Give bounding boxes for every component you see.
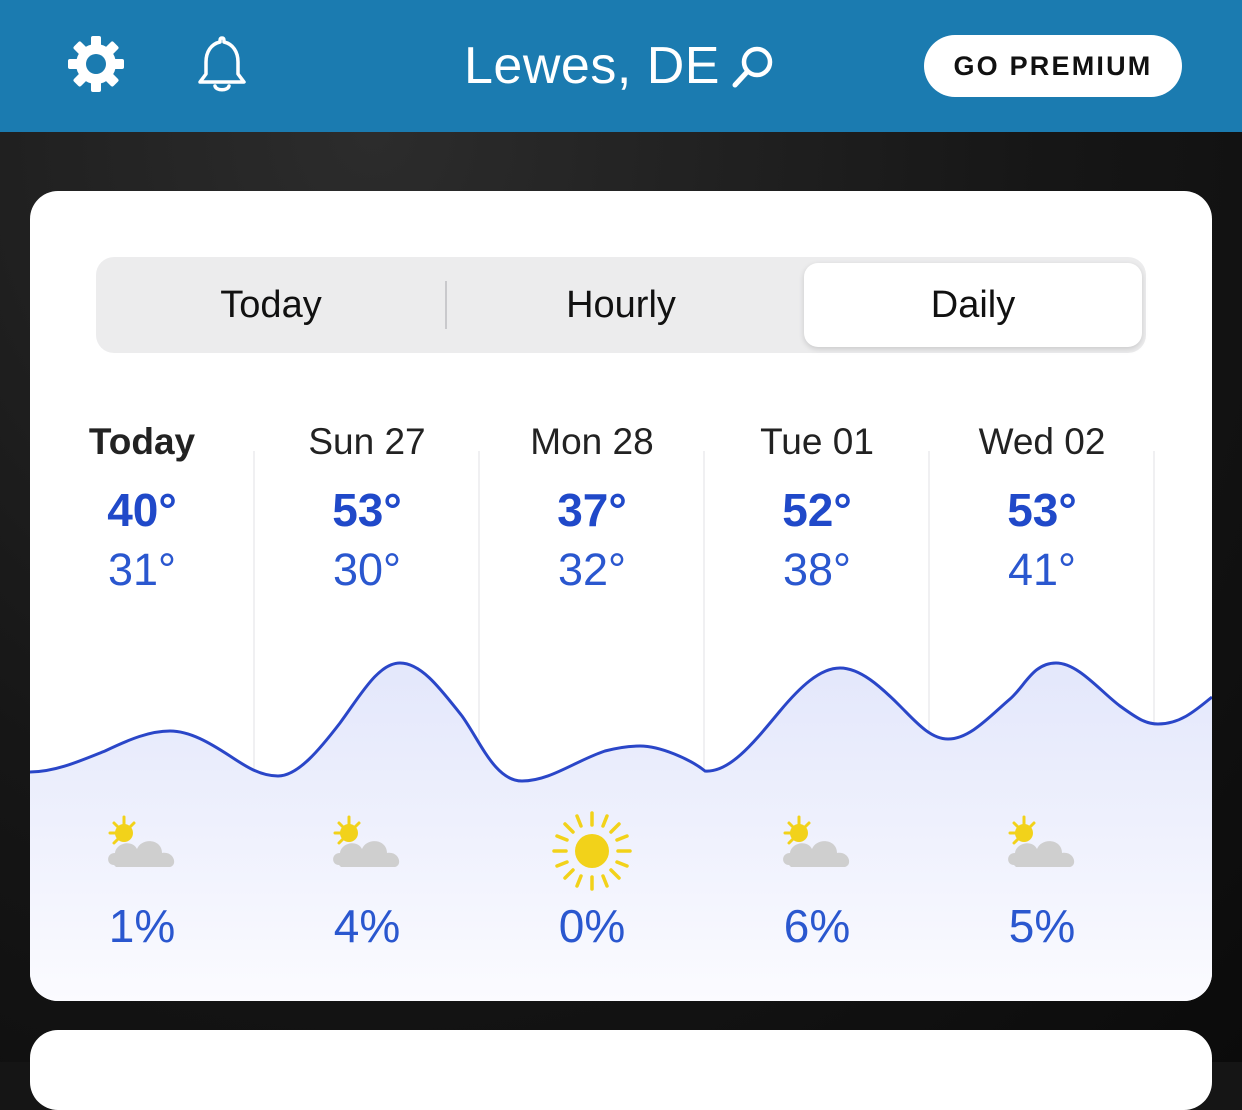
location-title[interactable]: Lewes, DE [464,36,720,96]
go-premium-button[interactable]: GO PREMIUM [924,35,1182,97]
high-temp: 52° [782,484,852,536]
location-selector[interactable]: Lewes, DE [464,36,778,96]
day-column-mon-28[interactable]: Mon 28 37° 32° 0% [480,411,704,1001]
low-temp: 32° [557,544,627,595]
high-temp: 53° [332,484,402,536]
forecast-card: Today Hourly Daily Today 40° 31° 1% Sun … [30,191,1212,1001]
tab-divider [445,281,447,329]
day-label: Tue 01 [760,421,874,462]
day-column-tue-01[interactable]: Tue 01 52° 38° 6% [705,411,929,1001]
search-icon[interactable] [730,43,778,91]
precip-chance: 4% [333,900,401,952]
high-temp: 40° [107,484,177,536]
precip-chance: 0% [558,900,626,952]
day-label: Sun 27 [308,421,426,462]
daily-forecast: Today 40° 31° 1% Sun 27 53° 30° 4% Mon 2… [30,411,1212,1001]
partly-cloudy-icon [333,815,400,867]
day-label: Today [88,421,196,462]
day-column-today[interactable]: Today 40° 31° 1% [30,411,254,1001]
precip-chance: 1% [108,900,176,952]
tab-today[interactable]: Today [102,263,440,347]
low-temp: 38° [782,544,852,595]
tab-hourly[interactable]: Hourly [452,263,790,347]
view-tabs: Today Hourly Daily [96,257,1146,353]
day-column-sun-27[interactable]: Sun 27 53° 30° 4% [255,411,479,1001]
partly-cloudy-icon [783,815,850,867]
precip-chance: 6% [783,900,851,952]
low-temp: 30° [332,544,402,595]
top-bar: Lewes, DE GO PREMIUM [0,0,1242,132]
high-temp: 37° [557,484,627,536]
day-label: Mon 28 [530,421,654,462]
high-temp: 53° [1007,484,1077,536]
low-temp: 41° [1007,544,1077,595]
day-column-wed-02[interactable]: Wed 02 53° 41° 5% [930,411,1154,1001]
next-card [30,1030,1212,1110]
precip-chance: 5% [1008,900,1076,952]
partly-cloudy-icon [108,815,175,867]
day-label: Wed 02 [978,421,1106,462]
low-temp: 31° [107,544,177,595]
tab-daily[interactable]: Daily [804,263,1142,347]
partly-cloudy-icon [1008,815,1075,867]
sunny-icon [552,811,632,891]
